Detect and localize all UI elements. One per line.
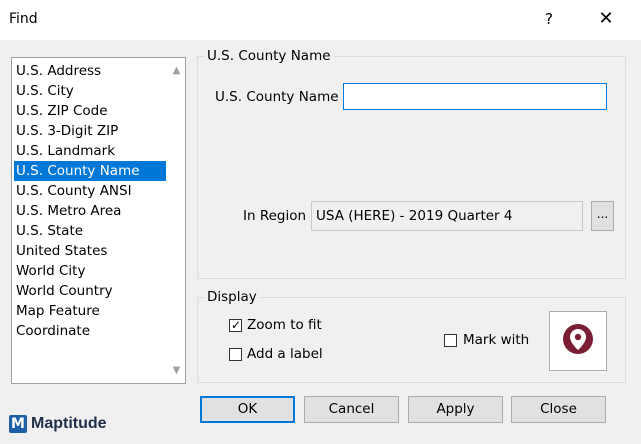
maptitude-logo: M Maptitude (9, 413, 107, 435)
close-button[interactable]: Close (511, 396, 606, 423)
list-item[interactable]: U.S. City (14, 81, 166, 101)
county-name-label: U.S. County Name (215, 89, 339, 105)
list-item[interactable]: U.S. Landmark (14, 141, 166, 161)
mark-with-checkbox[interactable] (444, 334, 457, 347)
scroll-down-icon[interactable]: ▼ (168, 362, 185, 379)
help-button[interactable]: ? (534, 4, 564, 34)
search-group-label: U.S. County Name (204, 48, 334, 64)
list-item[interactable]: Map Feature (14, 301, 166, 321)
list-item[interactable]: Coordinate (14, 321, 166, 341)
maptitude-logo-text: Maptitude (31, 415, 107, 432)
display-group-label: Display (204, 289, 260, 305)
list-item[interactable]: U.S. ZIP Code (14, 101, 166, 121)
zoom-to-fit-checkbox[interactable]: ✓ (229, 318, 242, 332)
find-type-list-items: U.S. Address U.S. City U.S. ZIP Code U.S. 3… (14, 61, 166, 341)
county-name-input[interactable] (343, 83, 607, 110)
list-item[interactable]: U.S. Metro Area (14, 201, 166, 221)
list-item[interactable]: U.S. County ANSI (14, 181, 166, 201)
ok-button[interactable]: OK (200, 396, 295, 423)
zoom-to-fit-label: Zoom to fit (247, 317, 322, 333)
list-item[interactable]: U.S. Address (14, 61, 166, 81)
list-item[interactable]: United States (14, 241, 166, 261)
maptitude-logo-icon: M (9, 415, 27, 433)
find-type-list[interactable]: U.S. Address U.S. City U.S. ZIP Code U.S. 3… (11, 57, 186, 384)
in-region-label: In Region (243, 208, 307, 224)
marker-style-button[interactable] (549, 311, 607, 371)
list-item[interactable]: World Country (14, 281, 166, 301)
window-title: Find (9, 11, 38, 27)
list-item[interactable]: U.S. State (14, 221, 166, 241)
title-bar: Find ? ✕ (0, 0, 641, 40)
list-item[interactable]: U.S. County Name (14, 161, 166, 181)
cancel-button[interactable]: Cancel (304, 396, 399, 423)
add-label-checkbox[interactable] (229, 348, 242, 361)
browse-region-button[interactable]: ... (591, 201, 614, 231)
close-window-button[interactable]: ✕ (591, 4, 621, 34)
mark-with-label: Mark with (463, 332, 530, 348)
scroll-up-icon[interactable]: ▲ (168, 62, 185, 79)
region-field[interactable]: USA (HERE) - 2019 Quarter 4 (311, 201, 583, 231)
list-scrollbar[interactable]: ▲ ▼ (168, 58, 185, 383)
list-item[interactable]: U.S. 3-Digit ZIP (14, 121, 166, 141)
apply-button[interactable]: Apply (408, 396, 503, 423)
list-item[interactable]: World City (14, 261, 166, 281)
checkmark-icon: ✓ (231, 318, 242, 332)
map-pin-icon (563, 324, 593, 354)
add-label-label: Add a label (247, 346, 323, 362)
